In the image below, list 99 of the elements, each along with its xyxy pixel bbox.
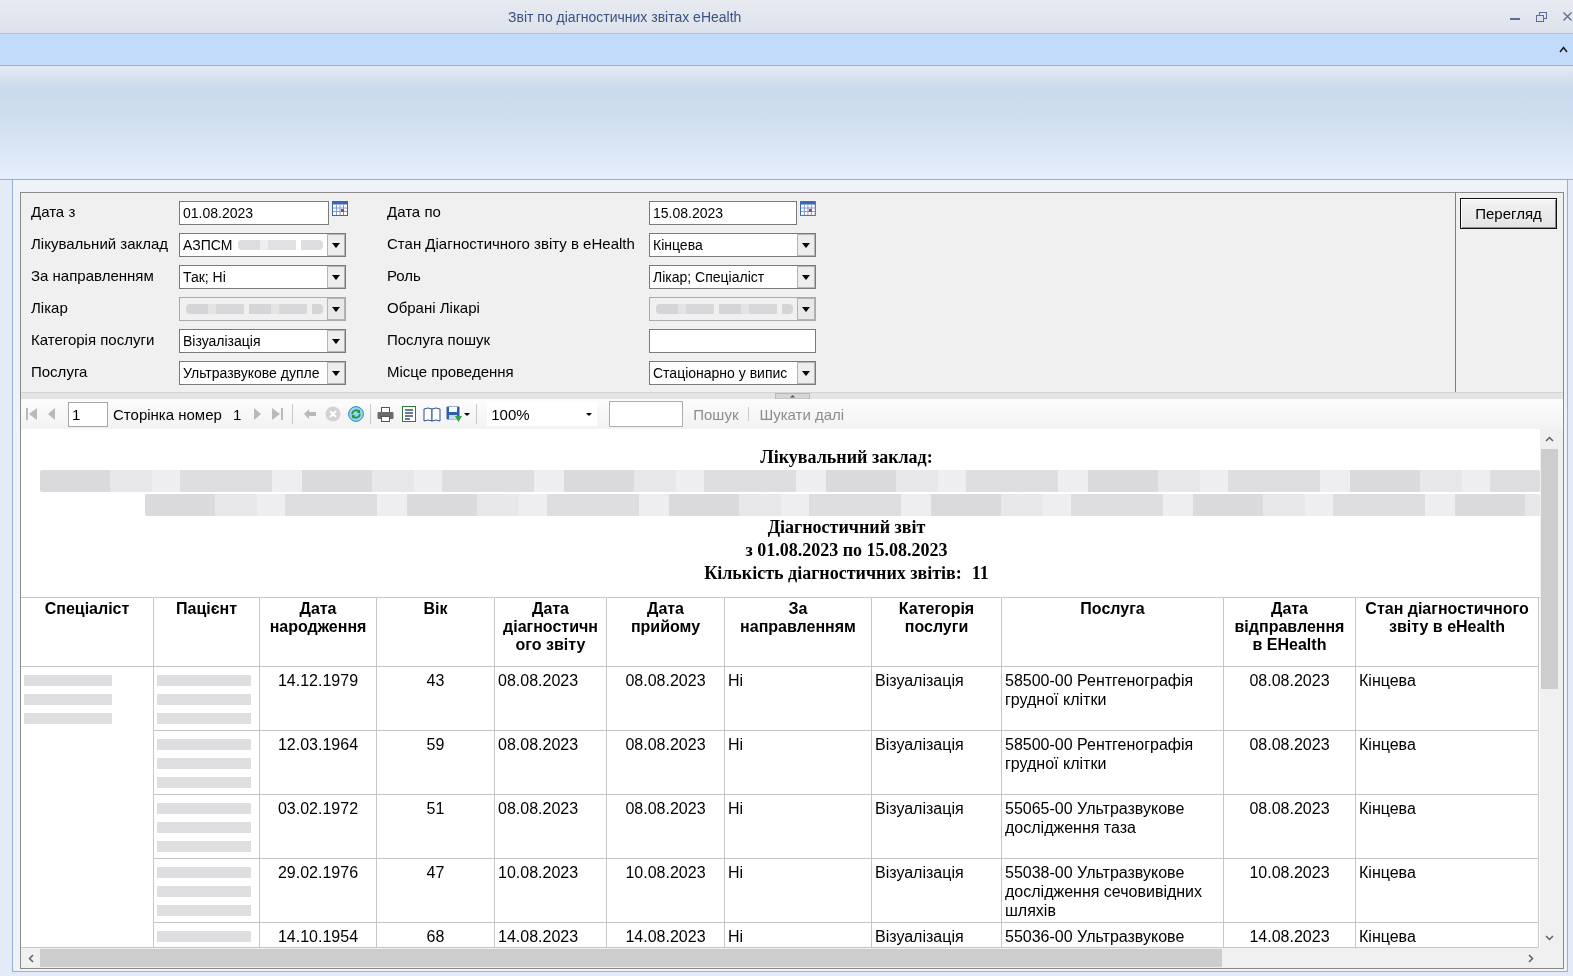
report-period: з 01.08.2023 по 15.08.2023 [745,539,948,562]
table-cell: 10.08.2023 [495,859,607,923]
column-header: Стан діагностичного звіту в eHealth [1356,598,1539,667]
caret-down-icon[interactable] [464,412,471,416]
field-label: Місце проведення [387,362,515,380]
field-label: За направленням [31,266,155,284]
date-field[interactable]: 15.08.2023 [649,201,798,225]
column-header: Дата народження [260,598,377,667]
caret-up-icon[interactable] [1559,46,1568,53]
table-cell: Візуалізація [872,859,1002,923]
table-cell: 47 [377,859,495,923]
refresh-icon[interactable] [347,406,364,422]
table-cell: 29.02.1976 [260,859,377,923]
table-cell: Візуалізація [872,795,1002,859]
table-cell: 08.08.2023 [607,667,725,731]
input-field[interactable] [649,329,816,353]
table-cell: Ні [725,795,872,859]
column-header: Категорія послуги [872,598,1002,667]
table-cell: Візуалізація [872,731,1002,795]
combo-box[interactable]: Візуалізація [179,329,346,353]
search-field[interactable] [609,401,684,427]
table-cell: 55038-00 Ультразвукове дослідження сечовивідних шляхів [1002,859,1224,923]
scrollbar-thumb[interactable] [1541,449,1558,689]
page-setup-icon[interactable] [401,406,416,422]
table-cell: Ні [725,731,872,795]
table-cell: 08.08.2023 [495,667,607,731]
facility-label: Лікувальний заклад: [760,447,933,468]
field-label: Обрані Лікарі [387,298,481,316]
scroll-up-icon[interactable] [1545,436,1554,442]
field-label: Лікар [31,298,69,316]
scroll-left-icon[interactable] [27,953,34,963]
column-header: Вік [377,598,495,667]
column-header: Спеціаліст [21,598,154,667]
scroll-right-icon[interactable] [1527,953,1534,963]
column-header: За направленням [725,598,872,667]
table-cell: Візуалізація [872,667,1002,731]
page-total: 1 [232,405,242,423]
column-header: Послуга [1002,598,1224,667]
table-cell: 10.08.2023 [607,859,725,923]
table-cell: Ні [725,859,872,923]
count-value: 11 [971,562,989,585]
page-label: Сторінка номер [113,405,222,423]
table-cell: 14.12.1979 [260,667,377,731]
zoom-combo[interactable]: 100% [487,402,598,426]
table-cell: 12.03.1964 [260,731,377,795]
scrollbar-thumb[interactable] [40,949,1222,967]
column-header: Дата діагностичного звіту [495,598,607,667]
field-label: Дата з [31,202,77,220]
view-button[interactable]: Перегляд [1460,198,1557,229]
scroll-down-icon[interactable] [1545,935,1554,941]
table-cell: 43 [377,667,495,731]
table-cell: 55065-00 Ультразвукове дослідження таза [1002,795,1224,859]
table-cell: 08.08.2023 [495,795,607,859]
table-cell: 03.02.1972 [260,795,377,859]
field-label: Роль [387,266,422,284]
table-cell: 58500-00 Рентгенографія грудної клітки [1002,667,1224,731]
print-icon[interactable] [377,406,395,422]
window-title: Звіт по діагностичних звітах eHealth [508,8,742,25]
column-header: Дата відправлення в EHealth [1224,598,1356,667]
table-cell: Кінцева [1356,731,1539,795]
calendar-icon[interactable] [332,201,348,216]
column-header: Дата прийому [607,598,725,667]
date-field[interactable]: 01.08.2023 [179,201,329,225]
field-label: Дата по [387,202,442,220]
table-cell: Кінцева [1356,795,1539,859]
table-cell: Кінцева [1356,667,1539,731]
table-cell: 08.08.2023 [1224,795,1356,859]
column-header: Пацієнт [154,598,260,667]
table-cell: 08.08.2023 [607,731,725,795]
combo-box[interactable]: Ультразвукове дупле [179,361,346,385]
combo-box[interactable]: Стаціонарно у випис [649,361,816,385]
combo-box[interactable]: АЗПСМ [179,233,346,257]
combo-box[interactable]: Так; Ні [179,265,346,289]
table-cell: 59 [377,731,495,795]
combo-box[interactable]: Кінцева [649,233,816,257]
book-icon[interactable] [422,406,441,422]
report-title: Діагностичний звіт [767,516,926,539]
close-icon[interactable] [1563,12,1572,21]
caret-down-icon[interactable] [586,412,593,416]
table-cell: Ні [725,667,872,731]
table-cell: 10.08.2023 [1224,859,1356,923]
restore-icon[interactable] [1536,11,1547,22]
count-label: Кількість діагностичних звітів: [704,562,962,585]
table-cell: 08.08.2023 [1224,731,1356,795]
table-cell: Кінцева [1356,859,1539,923]
table-cell: 08.08.2023 [607,795,725,859]
calendar-icon[interactable] [800,201,816,216]
field-label: Категорія послуги [31,330,156,348]
field-label: Послуга [31,362,89,380]
table-cell: 08.08.2023 [1224,667,1356,731]
page-number-field[interactable]: 1 [68,401,108,427]
table-cell: 51 [377,795,495,859]
table-cell: 08.08.2023 [495,731,607,795]
table-cell: 58500-00 Рентгенографія грудної клітки [1002,731,1224,795]
save-icon[interactable] [446,406,463,422]
field-label: Стан Діагностичного звіту в eHealth [387,234,636,252]
field-label: Лікувальний заклад [31,234,170,252]
field-label: Послуга пошук [387,330,492,348]
combo-box[interactable]: Лікар; Спеціаліст [649,265,816,289]
